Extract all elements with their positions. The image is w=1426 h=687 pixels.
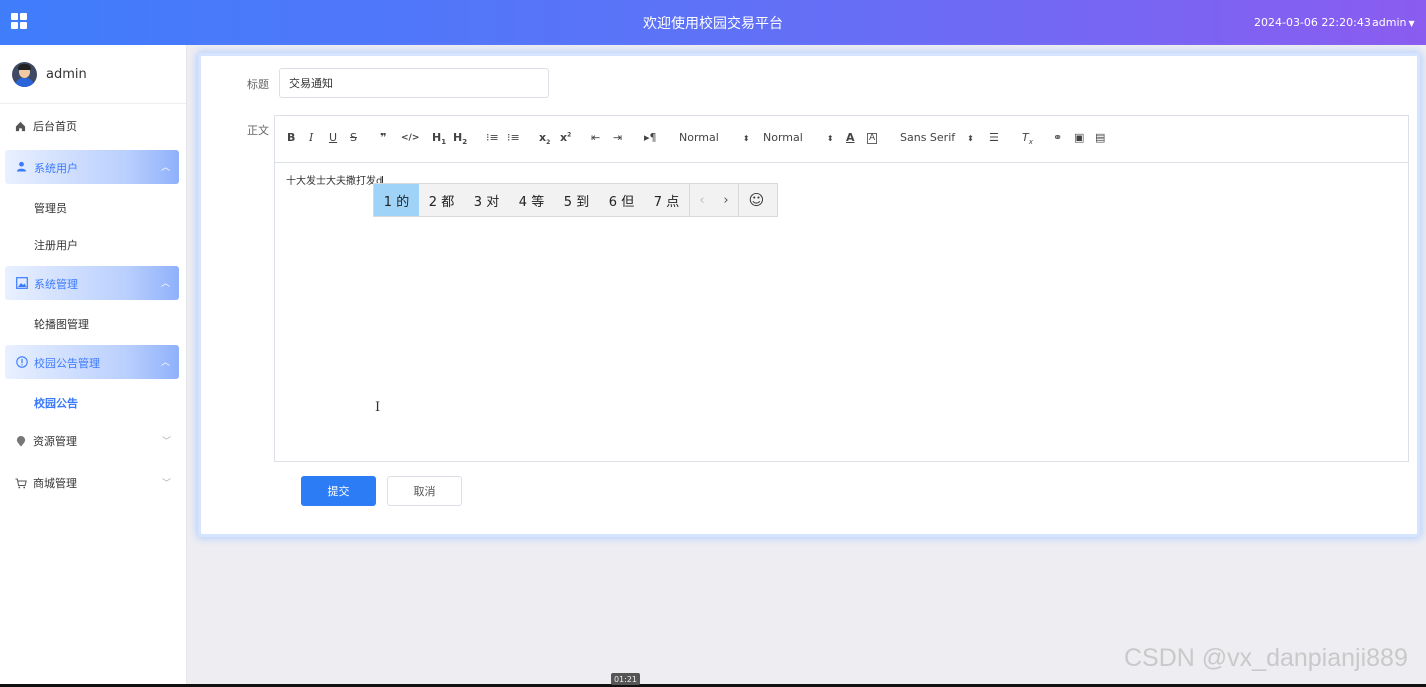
ime-next-page-icon[interactable]: › [714,184,738,216]
user-icon [15,160,28,173]
editor-content[interactable]: 十大发士大夫撒打发d [286,172,384,187]
user-name: admin [1372,16,1407,29]
title-label: 标题 [247,78,269,91]
sidebar-item-shop[interactable]: 商城管理 [14,473,77,493]
chevron-down-icon: ▼ [1408,19,1415,28]
chevron-down-icon: ﹀ [162,437,172,447]
title-input[interactable]: 交易通知 [279,68,549,98]
sidebar-group-campus-notice[interactable]: 校园公告管理 ︿ [5,345,179,379]
top-header: 欢迎使用校园交易平台 2024-03-06 22:20:43 admin ▼ [0,0,1426,45]
video-insert-icon[interactable]: ▤ [1095,131,1105,144]
bold-icon[interactable]: B [287,131,295,144]
avatar [12,62,37,87]
ime-candidate[interactable]: 6 但 [599,184,644,216]
ime-prev-page-icon[interactable]: ‹ [690,184,714,216]
current-datetime: 2024-03-06 22:20:43 [1254,16,1371,29]
cancel-button[interactable]: 取消 [387,476,462,506]
ordered-list-icon[interactable]: ⁝≡ [486,131,499,144]
align-icon[interactable]: ☰ [989,131,999,144]
chevron-up-icon: ︿ [160,163,170,173]
ime-candidate[interactable]: 2 都 [419,184,464,216]
rich-text-editor: B I U S ❞ </> H1 H2 ⁝≡ ⁝≡ x2 x2 ⇤ ⇥ ▸¶ N… [274,115,1409,462]
sidebar: admin 后台首页 系统用户 ︿ 管理员 注册用户 系统管理 ︿ 轮播图管理 … [0,45,187,685]
sidebar-group-label: 系统用户 [34,162,78,175]
clear-format-icon[interactable]: Tx [1022,131,1033,146]
body-label: 正文 [247,124,269,137]
superscript-icon[interactable]: x2 [560,131,571,144]
italic-icon[interactable]: I [309,131,313,144]
subscript-icon[interactable]: x2 [539,131,550,146]
sidebar-group-label: 系统管理 [34,278,78,291]
user-dropdown[interactable]: admin ▼ [1372,16,1415,29]
chevron-up-icon: ︿ [160,279,170,289]
text-cursor-icon: I [375,400,381,415]
ime-candidate[interactable]: 1 的 [374,184,419,216]
sidebar-item-campus-notice[interactable]: 校园公告 [34,395,78,411]
ime-candidate[interactable]: 3 对 [464,184,509,216]
chevron-down-icon: ﹀ [162,479,172,489]
ime-candidate[interactable]: 5 到 [554,184,599,216]
sidebar-item-label: 商城管理 [33,477,77,490]
location-pin-icon [14,435,27,448]
font-color-icon[interactable]: A [846,131,855,144]
watermark: CSDN @vx_danpianji889 [1124,644,1408,672]
video-timestamp: 01:21 [611,673,640,685]
underline-icon[interactable]: U [329,131,337,144]
code-block-icon[interactable]: </> [401,133,419,143]
info-icon [15,355,28,368]
sidebar-item-home[interactable]: 后台首页 [14,116,77,136]
image-insert-icon[interactable]: ▣ [1074,131,1084,144]
indent-icon[interactable]: ⇥ [613,131,622,144]
app-title: 欢迎使用校园交易平台 [643,16,783,32]
sidebar-item-label: 后台首页 [33,120,77,133]
header-picker[interactable]: Normal ⬍ [679,131,750,144]
size-picker[interactable]: Normal ⬍ [763,131,834,144]
image-icon [15,276,28,289]
sidebar-group-system-users[interactable]: 系统用户 ︿ [5,150,179,184]
sidebar-item-admins[interactable]: 管理员 [34,200,67,216]
blockquote-icon[interactable]: ❞ [380,131,386,144]
sidebar-item-resources[interactable]: 资源管理 [14,431,77,451]
sidebar-group-label: 校园公告管理 [34,357,100,370]
heading1-icon[interactable]: H1 [432,131,446,146]
ime-candidate-popup: 1 的 2 都 3 对 4 等 5 到 6 但 7 点 ‹ › ☺ [373,183,778,217]
emoji-icon[interactable]: ☺ [739,184,774,216]
sidebar-item-carousel[interactable]: 轮播图管理 [34,316,89,332]
ime-candidate[interactable]: 7 点 [644,184,689,216]
link-icon[interactable]: ⚭ [1053,131,1062,144]
heading2-icon[interactable]: H2 [453,131,467,146]
chevron-up-icon: ︿ [160,358,170,368]
sidebar-item-registered-users[interactable]: 注册用户 [34,237,78,253]
font-picker[interactable]: Sans Serif ⬍ [900,131,974,144]
cart-icon [14,477,27,490]
sidebar-user-name: admin [46,67,87,82]
sidebar-item-label: 资源管理 [33,435,77,448]
text-direction-icon[interactable]: ▸¶ [644,131,657,144]
sidebar-user: admin [0,45,186,104]
notice-form-card: 标题 交易通知 正文 B I U S ❞ </> H1 H2 ⁝≡ ⁝≡ x2 … [198,53,1420,537]
editor-toolbar: B I U S ❞ </> H1 H2 ⁝≡ ⁝≡ x2 x2 ⇤ ⇥ ▸¶ N… [275,116,1408,163]
sidebar-group-system-management[interactable]: 系统管理 ︿ [5,266,179,300]
strikethrough-icon[interactable]: S [350,131,357,144]
outdent-icon[interactable]: ⇤ [591,131,600,144]
ime-candidate[interactable]: 4 等 [509,184,554,216]
submit-button[interactable]: 提交 [301,476,376,506]
home-icon [14,120,27,133]
background-color-icon[interactable]: A [867,133,878,144]
bullet-list-icon[interactable]: ⁝≡ [507,131,520,144]
